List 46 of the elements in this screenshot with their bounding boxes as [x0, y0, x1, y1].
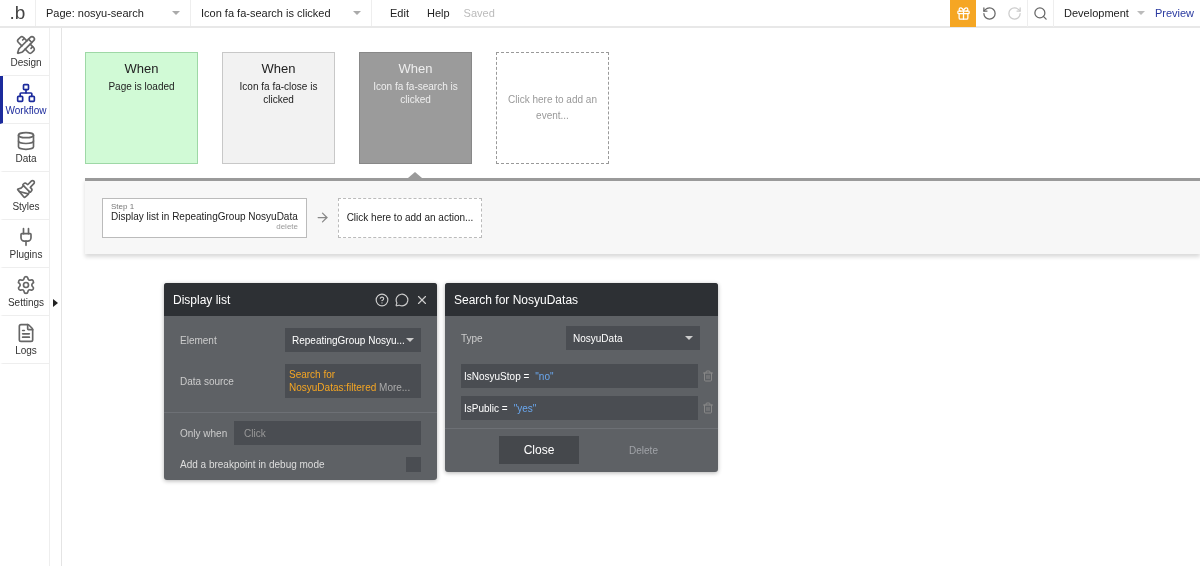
- menu-item[interactable]: Help: [426, 7, 450, 19]
- sidebar-tab[interactable]: Styles: [0, 172, 49, 220]
- save-status: Saved: [463, 7, 495, 19]
- document-icon: [16, 323, 36, 343]
- gift-icon: [955, 5, 971, 21]
- pencil-ruler-icon: [16, 35, 36, 55]
- action-step[interactable]: Step 1 Display list in RepeatingGroup NosyuData delete: [102, 197, 307, 238]
- preview-link[interactable]: Preview: [1154, 7, 1200, 19]
- constraint-field[interactable]: IsNosyuStop = "no": [461, 364, 698, 388]
- arrow-icon: [315, 210, 330, 225]
- element-dropdown[interactable]: RepeatingGroup Nosyu...: [285, 328, 421, 352]
- sitemap-icon: [16, 83, 36, 103]
- constraint-field[interactable]: IsPublic = "yes": [461, 396, 698, 420]
- environment-dropdown[interactable]: Development: [1054, 7, 1155, 19]
- sidebar-tab[interactable]: Logs: [0, 316, 49, 364]
- settings-icon: [16, 275, 36, 295]
- event-card[interactable]: When Page is loaded: [85, 52, 198, 164]
- field-label: Type: [461, 332, 484, 344]
- comment-icon[interactable]: [395, 292, 409, 307]
- expand-icon[interactable]: [53, 299, 58, 307]
- logo: .b: [0, 0, 36, 26]
- panel-title: Display list: [173, 292, 231, 307]
- event-dropdown[interactable]: Icon fa fa-search is clicked: [191, 0, 372, 26]
- field-label: Only when: [180, 427, 229, 439]
- event-card[interactable]: When Icon fa fa-close is clicked: [222, 52, 335, 164]
- close-button[interactable]: Close: [499, 436, 580, 464]
- sidebar-tab[interactable]: Data: [0, 124, 49, 172]
- sidebar-tab[interactable]: Workflow: [0, 76, 49, 124]
- database-icon: [16, 131, 36, 151]
- sidebar-tab[interactable]: Design: [0, 28, 49, 76]
- help-icon[interactable]: [375, 292, 389, 307]
- field-label: Add a breakpoint in debug mode: [180, 459, 325, 470]
- step-number: Step 1: [111, 201, 136, 211]
- field-label: Element: [180, 334, 218, 346]
- add-action-card[interactable]: Click here to add an action...: [338, 197, 482, 238]
- sidebar-tab[interactable]: Plugins: [0, 220, 49, 268]
- panel-title: Search for NosyuDatas: [454, 292, 579, 307]
- page-dropdown[interactable]: Page: nosyu-search: [36, 0, 191, 26]
- condition-field[interactable]: Click: [234, 421, 421, 445]
- sidebar-tab[interactable]: Settings: [0, 268, 49, 316]
- data-source-field[interactable]: Search for NosyuDatas:filtered More...: [285, 364, 421, 398]
- field-label: Data source: [180, 375, 235, 387]
- type-dropdown[interactable]: NosyuData: [566, 326, 700, 350]
- menu-item[interactable]: Edit: [390, 7, 409, 19]
- step-title: Display list in RepeatingGroup NosyuData: [111, 210, 298, 222]
- brush-icon: [16, 179, 36, 199]
